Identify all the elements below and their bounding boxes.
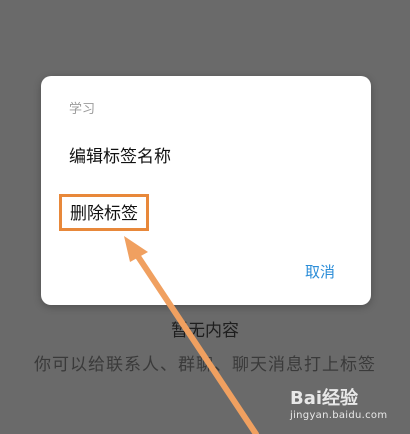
dialog-title: 学习 — [69, 102, 96, 117]
empty-description: 你可以给联系人、群聊、聊天消息打上标签 — [34, 355, 376, 375]
empty-title: 暂无内容 — [171, 321, 239, 341]
watermark-logo: Bai经验 — [290, 388, 359, 409]
tag-options-dialog: 学习 编辑标签名称 删除标签 取消 — [41, 76, 371, 305]
cancel-button[interactable]: 取消 — [305, 261, 335, 282]
watermark-url: jingyan.baidu.com — [290, 410, 388, 421]
baidu-jingyan-watermark: Bai经验 jingyan.baidu.com — [286, 384, 406, 430]
edit-tag-name-option[interactable]: 编辑标签名称 — [69, 142, 171, 167]
delete-tag-option[interactable]: 删除标签 — [59, 194, 149, 231]
